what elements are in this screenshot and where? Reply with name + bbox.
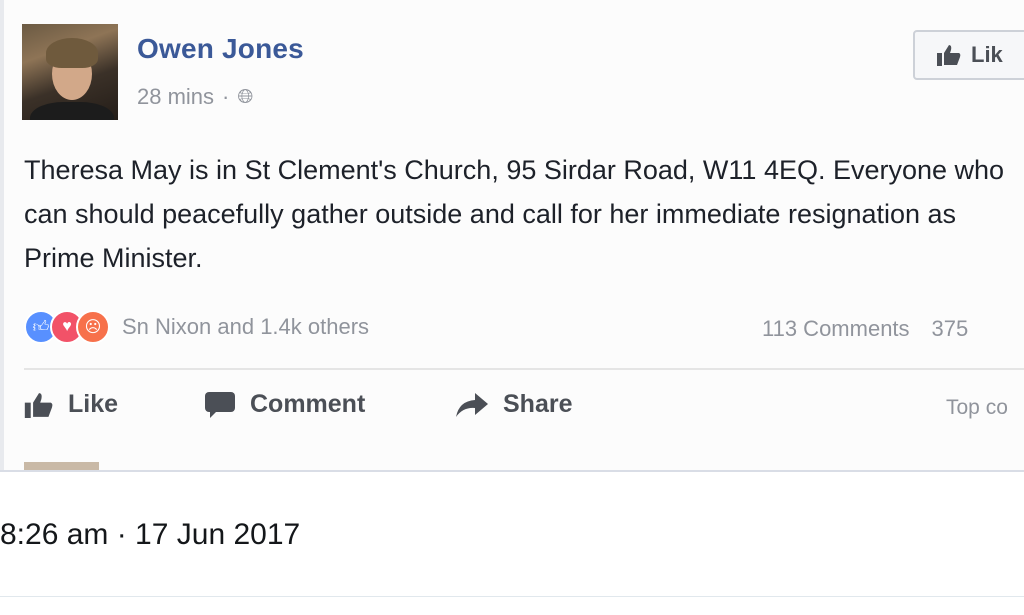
divider [0,596,1024,597]
author-avatar[interactable] [22,24,118,120]
thumbs-up-icon [937,44,961,66]
reaction-names[interactable]: Sn Nixon and 1.4k others [122,314,369,340]
page-like-label: Lik [971,42,1003,67]
comment-label: Comment [250,390,366,418]
meta-separator: · [222,84,230,109]
like-button[interactable]: Like [24,390,118,419]
facebook-post-screenshot: Owen Jones 28 mins · 🌐︎ Lik Theresa May … [0,0,1024,472]
comment-button[interactable]: Comment [204,390,365,419]
like-label: Like [68,390,119,418]
post-stats: 113 Comments 375 [762,316,968,342]
share-button[interactable]: Share [455,390,572,419]
comment-sort-dropdown[interactable]: Top co [946,396,1008,420]
reactions-summary[interactable]: 👍︎ ♥ ☹ Sn Nixon and 1.4k others [24,310,369,344]
author-name[interactable]: Owen Jones [137,33,304,65]
globe-icon: 🌐︎ [237,85,254,108]
comments-count[interactable]: 113 Comments [762,316,910,342]
page-like-button[interactable]: Lik [913,30,1024,80]
share-label: Share [503,390,573,418]
shares-count[interactable]: 375 [932,316,969,342]
thumbs-up-icon [24,392,54,418]
share-arrow-icon [455,392,489,418]
card-edge [0,0,4,470]
post-text: Theresa May is in St Clement's Church, 9… [24,155,1005,273]
comment-bubble-icon [204,391,236,419]
next-comment-avatar-stub [24,462,99,470]
post-time[interactable]: 28 mins [137,84,214,110]
divider [24,368,1024,370]
post-meta: 28 mins · 🌐︎ [137,84,253,110]
tweet-timestamp[interactable]: 8:26 am · 17 Jun 2017 [0,518,300,552]
angry-reaction-icon: ☹ [76,310,110,344]
